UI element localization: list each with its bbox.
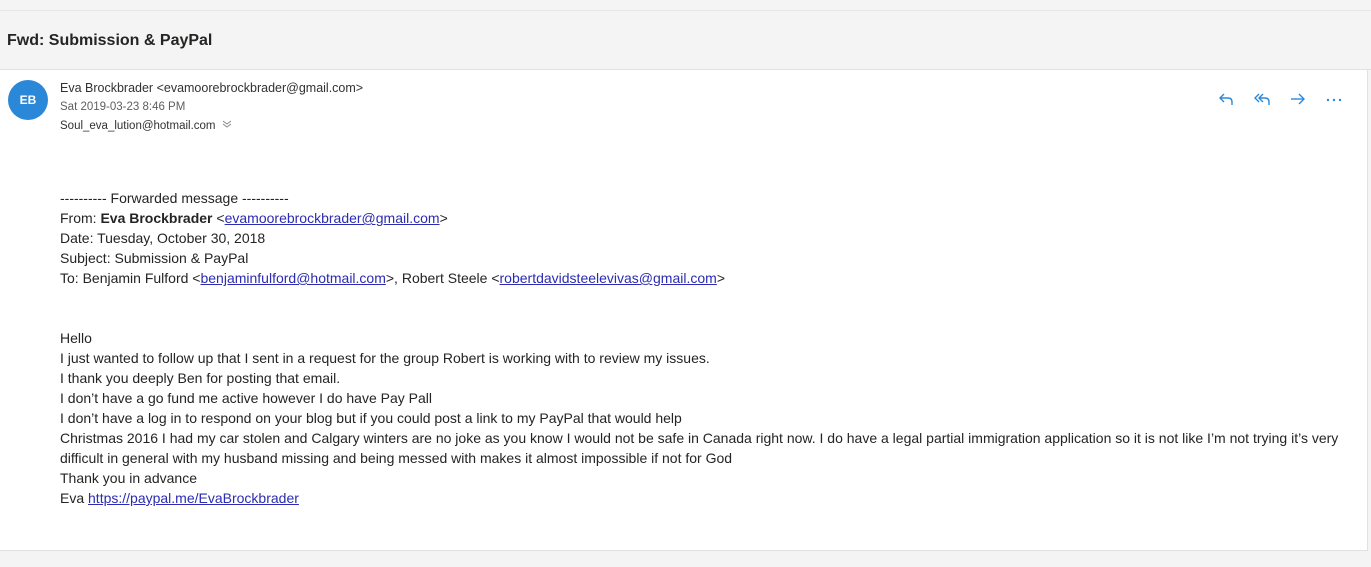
forward-date: Date: Tuesday, October 30, 2018 xyxy=(60,230,266,246)
reply-button[interactable] xyxy=(1215,88,1237,110)
avatar[interactable]: EB xyxy=(8,80,48,120)
message-line: I don’t have a go fund me active however… xyxy=(60,390,433,406)
forward-from-name: Eva Brockbrader xyxy=(100,210,213,226)
more-button[interactable] xyxy=(1323,88,1345,110)
to-email-link-1[interactable]: benjaminfulford@hotmail.com xyxy=(200,270,385,286)
forward-separator: ---------- Forwarded message ---------- xyxy=(60,190,289,206)
paypal-link[interactable]: https://paypal.me/EvaBrockbrader xyxy=(88,490,299,506)
message-body: ---------- Forwarded message ---------- … xyxy=(60,188,1350,508)
reply-all-icon xyxy=(1254,93,1270,105)
message-line: I just wanted to follow up that I sent i… xyxy=(60,350,710,366)
top-bar xyxy=(0,0,1371,11)
message-line: I thank you deeply Ben for posting that … xyxy=(60,370,341,386)
message-card: EB Eva Brockbrader <evamoorebrockbrader@… xyxy=(0,70,1368,551)
sender-from[interactable]: Eva Brockbrader <evamoorebrockbrader@gma… xyxy=(60,81,363,95)
recipient[interactable]: Soul_eva_lution@hotmail.com xyxy=(60,120,216,132)
forward-from: From: Eva Brockbrader <evamoorebrockbrad… xyxy=(60,210,448,226)
forward-button[interactable] xyxy=(1287,88,1309,110)
forward-from-email-link[interactable]: evamoorebrockbrader@gmail.com xyxy=(225,210,440,226)
forward-subject: Subject: Submission & PayPal xyxy=(60,250,249,266)
chevron-down-icon[interactable] xyxy=(222,120,232,131)
signature: Eva https://paypal.me/EvaBrockbrader xyxy=(60,490,299,506)
forward-icon xyxy=(1291,93,1305,105)
message-actions xyxy=(1215,88,1345,110)
email-subject: Fwd: Submission & PayPal xyxy=(7,32,213,49)
reply-icon xyxy=(1219,93,1233,105)
message-line: Thank you in advance xyxy=(60,470,197,486)
message-line: Christmas 2016 I had my car stolen and C… xyxy=(60,430,1343,466)
recipient-line: Soul_eva_lution@hotmail.com xyxy=(60,120,232,132)
bottom-strip xyxy=(0,551,1371,567)
sent-date: Sat 2019-03-23 8:46 PM xyxy=(60,101,186,113)
reply-all-button[interactable] xyxy=(1251,88,1273,110)
forward-to: To: Benjamin Fulford <benjaminfulford@ho… xyxy=(60,270,726,286)
more-icon xyxy=(1326,98,1342,102)
message-line: I don’t have a log in to respond on your… xyxy=(60,410,682,426)
message-line: Hello xyxy=(60,330,92,346)
to-email-link-2[interactable]: robertdavidsteelevivas@gmail.com xyxy=(500,270,717,286)
subject-bar: Fwd: Submission & PayPal xyxy=(0,11,1371,70)
